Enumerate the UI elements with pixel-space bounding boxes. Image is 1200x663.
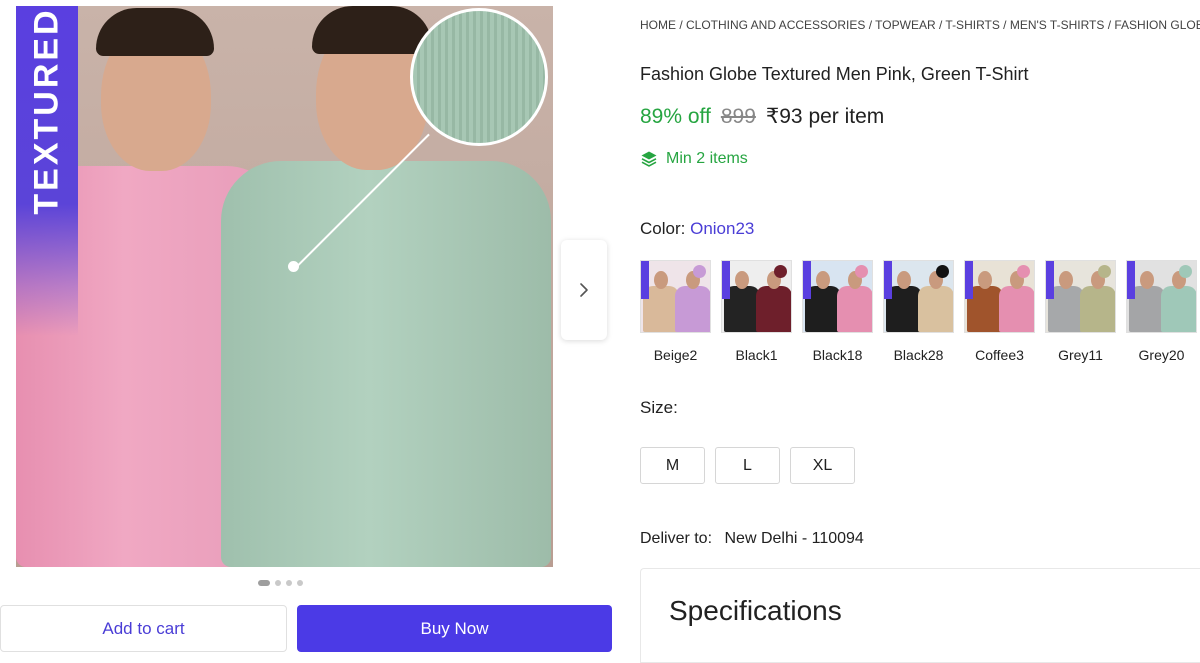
product-image[interactable]: TEXTURED — [16, 6, 553, 567]
swatch-thumbnail[interactable] — [1045, 260, 1116, 333]
gallery-dot[interactable] — [286, 580, 292, 586]
green-tshirt-figure — [221, 161, 551, 567]
selected-color: Onion23 — [690, 219, 755, 238]
color-swatch[interactable]: Grey20 — [1126, 260, 1197, 363]
color-heading: Color: Onion23 — [640, 219, 754, 239]
min-items-badge: Min 2 items — [640, 150, 748, 168]
swatch-label: Coffee3 — [975, 347, 1024, 363]
discount-label: 89% off — [640, 105, 711, 128]
size-option-m[interactable]: M — [640, 447, 705, 484]
swatch-label: Black28 — [893, 347, 944, 363]
delivery-pincode: New Delhi - 110094 — [724, 530, 864, 547]
swatch-thumbnail[interactable] — [640, 260, 711, 333]
fabric-zoom-circle — [410, 8, 548, 146]
zoom-pointer-dot — [288, 261, 299, 272]
ribbon-text: TEXTURED — [27, 7, 66, 215]
swatch-thumbnail[interactable] — [883, 260, 954, 333]
swatch-label: Beige2 — [653, 347, 698, 363]
color-swatch[interactable]: Black18 — [802, 260, 873, 363]
size-options: M L XL — [640, 447, 855, 484]
color-label: Color: — [640, 219, 686, 238]
color-swatches: Beige2 Black1 Black18 Black28 Coffee3 Gr… — [640, 260, 1197, 363]
min-items-text: Min 2 items — [666, 150, 748, 167]
size-option-l[interactable]: L — [715, 447, 780, 484]
specifications-title: Specifications — [669, 595, 842, 626]
swatch-thumbnail[interactable] — [1126, 260, 1197, 333]
swatch-thumbnail[interactable] — [721, 260, 792, 333]
model-hair-right — [312, 6, 432, 54]
delivery-location[interactable]: Deliver to: New Delhi - 110094 — [640, 530, 864, 548]
gallery-dot[interactable] — [258, 580, 270, 586]
swatch-label: Grey20 — [1138, 347, 1185, 363]
color-swatch[interactable]: Grey11 — [1045, 260, 1116, 363]
color-swatch[interactable]: Beige2 — [640, 260, 711, 363]
chevron-right-icon — [580, 283, 588, 297]
textured-ribbon: TEXTURED — [16, 6, 78, 336]
color-swatch[interactable]: Coffee3 — [964, 260, 1035, 363]
color-swatch[interactable]: Black28 — [883, 260, 954, 363]
price-row: 89% off 899 ₹93 per item — [640, 104, 884, 129]
breadcrumb[interactable]: HOME / CLOTHING AND ACCESSORIES / TOPWEA… — [640, 18, 1200, 32]
gallery-dot[interactable] — [275, 580, 281, 586]
layers-icon — [641, 151, 657, 167]
selling-price: ₹93 per item — [765, 105, 885, 128]
product-title: Fashion Globe Textured Men Pink, Green T… — [640, 64, 1029, 84]
specifications-card[interactable]: Specifications — [640, 568, 1200, 663]
size-label: Size: — [640, 398, 678, 417]
model-hair-left — [96, 8, 214, 56]
deliver-to-label: Deliver to: — [640, 530, 713, 547]
add-to-cart-button[interactable]: Add to cart — [0, 605, 287, 652]
gallery-pagination — [258, 580, 303, 586]
swatch-label: Black18 — [812, 347, 863, 363]
next-image-button[interactable] — [561, 240, 607, 340]
buy-now-button[interactable]: Buy Now — [297, 605, 612, 652]
swatch-thumbnail[interactable] — [964, 260, 1035, 333]
swatch-label: Grey11 — [1058, 347, 1103, 363]
gallery-dot[interactable] — [297, 580, 303, 586]
swatch-thumbnail[interactable] — [802, 260, 873, 333]
original-price: 899 — [720, 105, 756, 128]
size-option-xl[interactable]: XL — [790, 447, 855, 484]
swatch-label: Black1 — [735, 347, 778, 363]
color-swatch[interactable]: Black1 — [721, 260, 792, 363]
